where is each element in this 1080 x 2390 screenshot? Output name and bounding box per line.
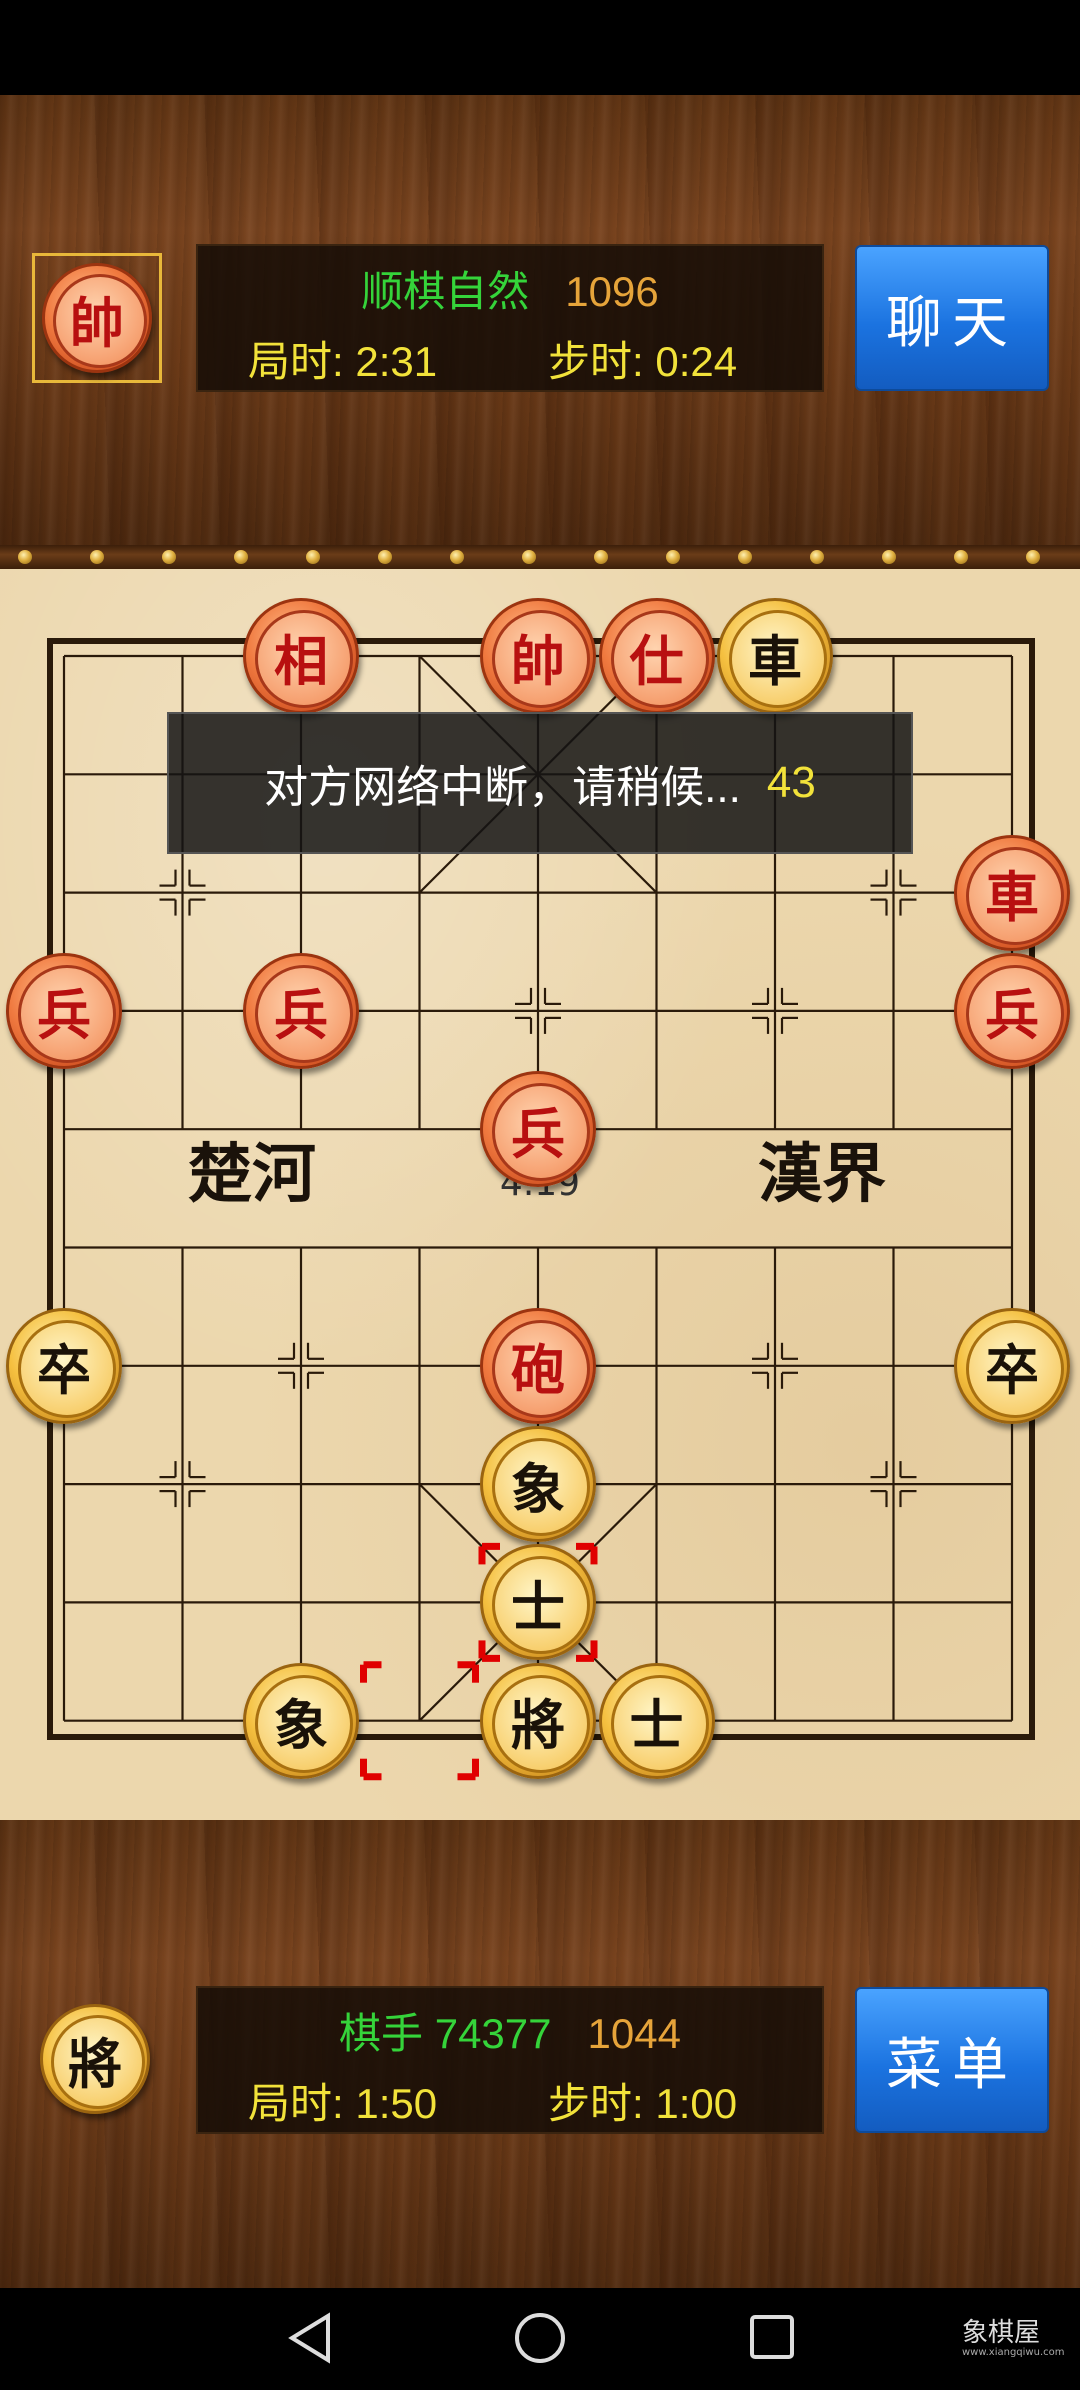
piece-label: 兵 (274, 983, 328, 1048)
piece-black-11[interactable]: 卒 (954, 1307, 1070, 1424)
board-rail-top (0, 545, 1080, 569)
piece-black-9[interactable]: 卒 (6, 1307, 122, 1424)
opponent-info-panel: 顺棋自然 1096 局时: 2:31 步时: 0:24 (196, 244, 824, 392)
piece-red-5[interactable]: 兵 (6, 952, 122, 1069)
river-left-text: 楚河 (188, 1137, 316, 1212)
river-right-text: 漢界 (758, 1137, 886, 1212)
player-rating: 1044 (587, 2010, 681, 2057)
rail-stud (306, 550, 320, 564)
piece-label: 相 (274, 628, 328, 693)
piece-black-12[interactable]: 象 (480, 1426, 596, 1543)
toast-message: 对方网络中断，请稍候... (264, 763, 741, 812)
piece-label: 象 (274, 1693, 328, 1758)
piece-label: 卒 (985, 1338, 1039, 1403)
piece-black-15[interactable]: 將 (480, 1662, 596, 1779)
rail-stud (378, 550, 392, 564)
rail-stud (522, 550, 536, 564)
piece-label: 仕 (629, 628, 684, 693)
opponent-avatar-piece: 帥 (42, 263, 152, 373)
rail-stud (594, 550, 608, 564)
system-nav-bar (0, 2288, 1080, 2390)
rail-stud (954, 550, 968, 564)
menu-button[interactable]: 菜单 (855, 1987, 1049, 2133)
rail-stud (90, 550, 104, 564)
piece-black-13[interactable]: 士 (480, 1544, 596, 1661)
piece-label: 卒 (37, 1338, 91, 1403)
piece-red-6[interactable]: 兵 (243, 952, 359, 1069)
piece-red-4[interactable]: 車 (954, 834, 1070, 951)
chat-button[interactable]: 聊天 (855, 245, 1049, 391)
piece-red-0[interactable]: 相 (243, 598, 359, 714)
rail-stud (882, 550, 896, 564)
piece-label: 將 (511, 1693, 565, 1758)
network-interrupt-toast: 对方网络中断，请稍候... 43 (167, 712, 913, 854)
rail-stud (162, 550, 176, 564)
piece-red-1[interactable]: 帥 (480, 598, 596, 714)
piece-label: 象 (511, 1456, 565, 1521)
piece-red-10[interactable]: 砲 (480, 1307, 596, 1424)
piece-label: 士 (511, 1574, 565, 1639)
piece-black-14[interactable]: 象 (243, 1662, 359, 1779)
piece-label: 兵 (511, 1101, 565, 1166)
player-avatar-piece: 將 (40, 2004, 150, 2114)
piece-red-2[interactable]: 仕 (598, 598, 715, 714)
rail-stud (666, 550, 680, 564)
back-icon[interactable] (284, 2310, 336, 2366)
watermark-logo: 象棋屋 www.xiangqiwu.com (962, 2318, 1065, 2358)
piece-red-8[interactable]: 兵 (480, 1071, 596, 1188)
toast-countdown: 43 (766, 758, 816, 807)
recents-icon[interactable] (746, 2310, 798, 2366)
piece-label: 兵 (985, 983, 1039, 1048)
piece-label: 車 (985, 865, 1039, 930)
opponent-game-time: 局时: 2:31 (248, 338, 438, 385)
home-icon[interactable] (512, 2310, 568, 2366)
piece-black-3[interactable]: 車 (717, 598, 833, 714)
rail-stud (450, 550, 464, 564)
piece-black-16[interactable]: 士 (598, 1662, 715, 1779)
piece-red-7[interactable]: 兵 (954, 952, 1070, 1069)
piece-label: 砲 (511, 1338, 565, 1403)
rail-stud (738, 550, 752, 564)
player-avatar[interactable]: 將 (32, 1996, 162, 2126)
player-info-panel: 棋手 74377 1044 局时: 1:50 步时: 1:00 (196, 1986, 824, 2134)
rail-stud (810, 550, 824, 564)
piece-label: 帥 (511, 628, 565, 693)
piece-label: 士 (629, 1693, 684, 1758)
piece-label: 車 (748, 628, 802, 693)
rail-stud (18, 550, 32, 564)
rail-stud (234, 550, 248, 564)
opponent-name: 顺棋自然 (361, 268, 530, 315)
status-bar (0, 0, 1080, 95)
opponent-avatar[interactable]: 帥 (32, 253, 162, 383)
player-name: 棋手 74377 (339, 2010, 552, 2057)
rail-stud (1026, 550, 1040, 564)
opponent-rating: 1096 (565, 268, 659, 315)
opponent-move-time: 步时: 0:24 (548, 338, 738, 385)
player-move-time: 步时: 1:00 (548, 2080, 738, 2127)
player-game-time: 局时: 1:50 (248, 2080, 438, 2127)
piece-label: 兵 (37, 983, 91, 1048)
